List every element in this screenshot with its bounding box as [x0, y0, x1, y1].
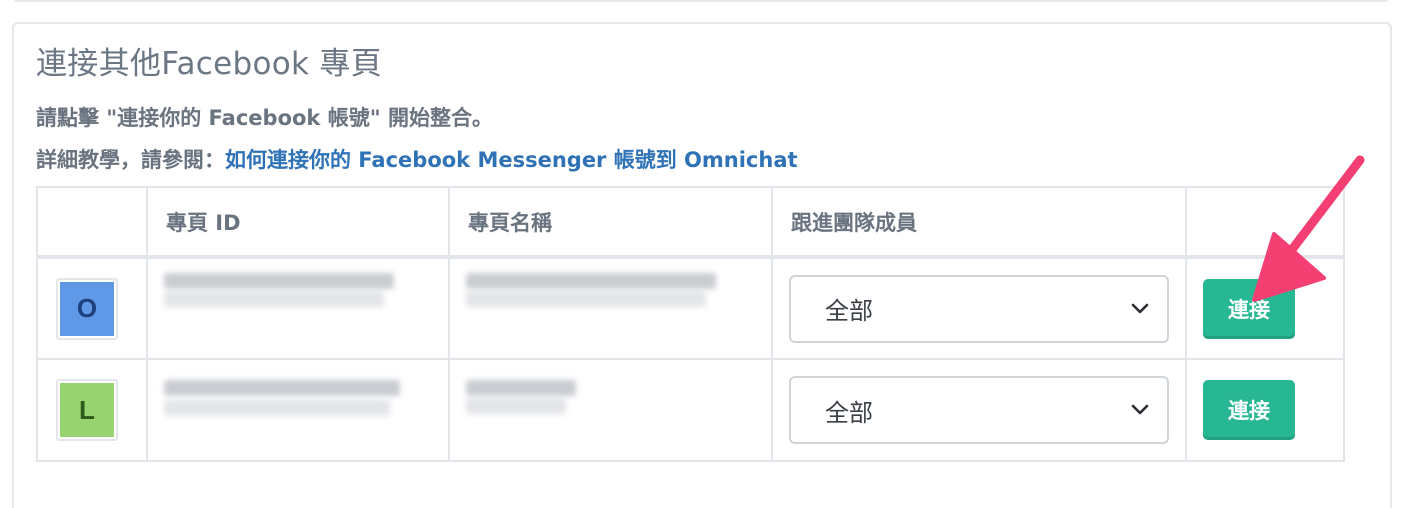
redaction-blur [466, 398, 566, 414]
previous-panel-edge [12, 0, 1390, 2]
redacted-page-name [450, 259, 771, 358]
page-name-cell [448, 358, 773, 462]
team-member-cell: 全部 [771, 358, 1187, 462]
team-member-selected-value: 全部 [825, 297, 873, 325]
connect-button[interactable]: 連接 [1203, 278, 1295, 339]
page-name-cell [448, 256, 773, 360]
column-header-page-name: 專頁名稱 [448, 186, 773, 259]
team-member-select[interactable]: 全部 [789, 274, 1169, 343]
table-row: O 全部 連接 [36, 256, 1345, 360]
column-header-page-id: 專頁 ID [146, 186, 450, 259]
table-row: L 全部 連接 [36, 358, 1345, 462]
team-member-selected-value: 全部 [825, 398, 873, 427]
table-header-row: 專頁 ID 專頁名稱 跟進團隊成員 [36, 186, 1345, 259]
avatar-cell: L [36, 358, 148, 462]
action-cell: 連接 [1185, 358, 1345, 462]
column-header-team-member: 跟進團隊成員 [771, 186, 1187, 259]
redacted-page-id [148, 259, 448, 358]
page-id-cell [146, 256, 450, 360]
action-cell: 連接 [1185, 256, 1345, 360]
redaction-blur [164, 380, 400, 396]
team-member-cell: 全部 [771, 256, 1187, 360]
redaction-blur [164, 273, 394, 289]
avatar-cell: O [36, 256, 148, 360]
column-header-action [1185, 186, 1345, 259]
tutorial-link[interactable]: 如何連接你的 Facebook Messenger 帳號到 Omnichat [225, 148, 798, 172]
redaction-blur [164, 291, 384, 307]
tutorial-line: 詳細教學，請參閱：如何連接你的 Facebook Messenger 帳號到 O… [36, 144, 798, 174]
page-avatar: O [60, 281, 114, 336]
column-header-avatar [36, 186, 148, 259]
redaction-blur [466, 380, 576, 396]
page-avatar: L [60, 383, 114, 437]
connect-button[interactable]: 連接 [1203, 380, 1295, 440]
page-avatar-frame: L [56, 379, 118, 441]
tutorial-prefix: 詳細教學，請參閱： [36, 148, 225, 172]
redaction-blur [466, 291, 706, 307]
chevron-down-icon [1131, 303, 1149, 313]
team-member-select[interactable]: 全部 [789, 376, 1169, 444]
redaction-blur [466, 273, 716, 289]
panel-title: 連接其他Facebook 專頁 [36, 46, 383, 82]
pages-table: 專頁 ID 專頁名稱 跟進團隊成員 O 全部 連接 L 全部 連接 [36, 186, 1345, 462]
instruction-text: 請點擊 "連接你的 Facebook 帳號" 開始整合。 [36, 106, 493, 130]
chevron-down-icon [1131, 404, 1149, 415]
page-avatar-frame: O [56, 277, 118, 340]
redacted-page-name [450, 360, 771, 460]
redaction-blur [164, 400, 390, 416]
page-id-cell [146, 358, 450, 462]
redacted-page-id [148, 360, 448, 460]
